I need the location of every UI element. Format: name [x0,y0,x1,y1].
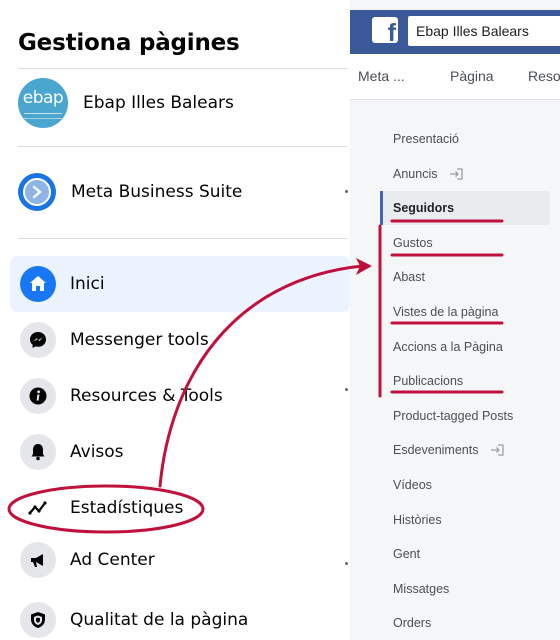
sidebar-item[interactable]: Vídeos [380,468,550,502]
page-name: Ebap Illes Balears [83,93,234,113]
sidebar-item[interactable]: Abast [380,260,550,294]
sidebar-item[interactable]: Vistes de la pàgina [380,295,550,329]
menu-label: Qualitat de la pàgina [70,610,249,630]
search-value: Ebap Illes Balears [416,23,529,39]
manage-pages-panel: Gestiona pàgines ebap Ebap Illes Balears… [0,0,350,640]
divider [18,68,348,69]
megaphone-icon [20,542,56,578]
menu-item-estadistiques[interactable]: Estadístiques [10,480,350,536]
menu-item-resources-tools[interactable]: Resources & Tools [10,368,350,424]
sidebar-item-label: Accions a la Pàgina [393,340,503,354]
sidebar-item-label: Gent [393,547,421,561]
sidebar-item[interactable]: Gent [380,537,550,571]
divider [18,238,348,239]
menu-label: Estadístiques [70,498,184,518]
sidebar-item-label: Seguidors [393,201,455,215]
meta-business-suite-link[interactable]: Meta Business Suite [18,173,242,211]
sidebar-item-label: Abast [393,270,425,284]
meta-business-suite-label: Meta Business Suite [71,182,243,202]
menu-item-inici[interactable]: Inici [10,256,350,312]
sidebar-item[interactable]: Esdeveniments [380,433,550,467]
divider [18,146,348,147]
menu-item-qualitat-pagina[interactable]: Qualitat de la pàgina [10,592,350,640]
page-entry-ebap[interactable]: ebap Ebap Illes Balears [18,78,234,128]
ebap-logo: ebap [18,78,68,128]
sidebar-item[interactable]: Orders [380,606,550,640]
sidebar-item-label: Presentació [393,132,460,146]
search-input[interactable]: Ebap Illes Balears [408,16,560,46]
sidebar-item-label: Missatges [393,582,450,596]
tab-pagina[interactable]: Pàgina [450,68,494,84]
sidebar-item[interactable]: Product-tagged Posts [380,399,550,433]
menu-label: Inici [70,274,105,294]
menu-label: Resources & Tools [70,386,223,406]
info-icon [20,378,56,414]
sidebar-item[interactable]: Anuncis [380,157,550,191]
sidebar-item-label: Històries [393,513,442,527]
sidebar-item[interactable]: Missatges [380,572,550,606]
ebap-logo-text: ebap [22,88,64,108]
external-link-icon [450,168,464,180]
sidebar-item[interactable]: Presentació [380,122,550,156]
shield-icon [20,602,56,638]
sidebar-item-label: Publicacions [393,374,464,388]
sidebar-item-label: Vídeos [393,478,432,492]
sidebar-item[interactable]: Històries [380,503,550,537]
sidebar-item-label: Gustos [393,236,433,250]
tab-meta[interactable]: Meta ... [358,68,405,84]
external-link-icon [491,444,505,456]
sidebar-item-label: Orders [393,616,432,630]
sidebar-item[interactable]: Accions a la Pàgina [380,330,550,364]
page-tabs: Meta ... Pàgina Reso [350,54,560,100]
bell-icon [20,434,56,470]
menu-label: Ad Center [70,550,155,570]
tab-resources[interactable]: Reso [528,68,560,84]
sidebar-item[interactable]: Gustos [380,226,550,260]
sidebar-item-label: Product-tagged Posts [393,409,514,423]
menu-label: Avisos [70,442,124,462]
menu-item-avisos[interactable]: Avisos [10,424,350,480]
sidebar-item[interactable]: Publicacions [380,364,550,398]
panel-title: Gestiona pàgines [18,30,240,56]
messenger-icon [20,322,56,358]
menu-item-ad-center[interactable]: Ad Center [10,532,350,588]
sidebar-item-label: Esdeveniments [393,443,479,457]
sidebar-item-label: Vistes de la pàgina [393,305,499,319]
sidebar-item[interactable]: Seguidors [380,191,550,225]
insights-chart-icon [20,490,56,526]
menu-label: Messenger tools [70,330,209,350]
sidebar-item-label: Anuncis [393,167,438,181]
facebook-logo-icon[interactable]: f [372,17,398,46]
menu-item-messenger-tools[interactable]: Messenger tools [10,312,350,368]
facebook-top-bar: f Ebap Illes Balears [350,10,560,54]
meta-business-suite-icon [18,173,56,211]
home-icon [20,266,56,302]
classic-page-panel: f Ebap Illes Balears Meta ... Pàgina Res… [350,0,560,640]
